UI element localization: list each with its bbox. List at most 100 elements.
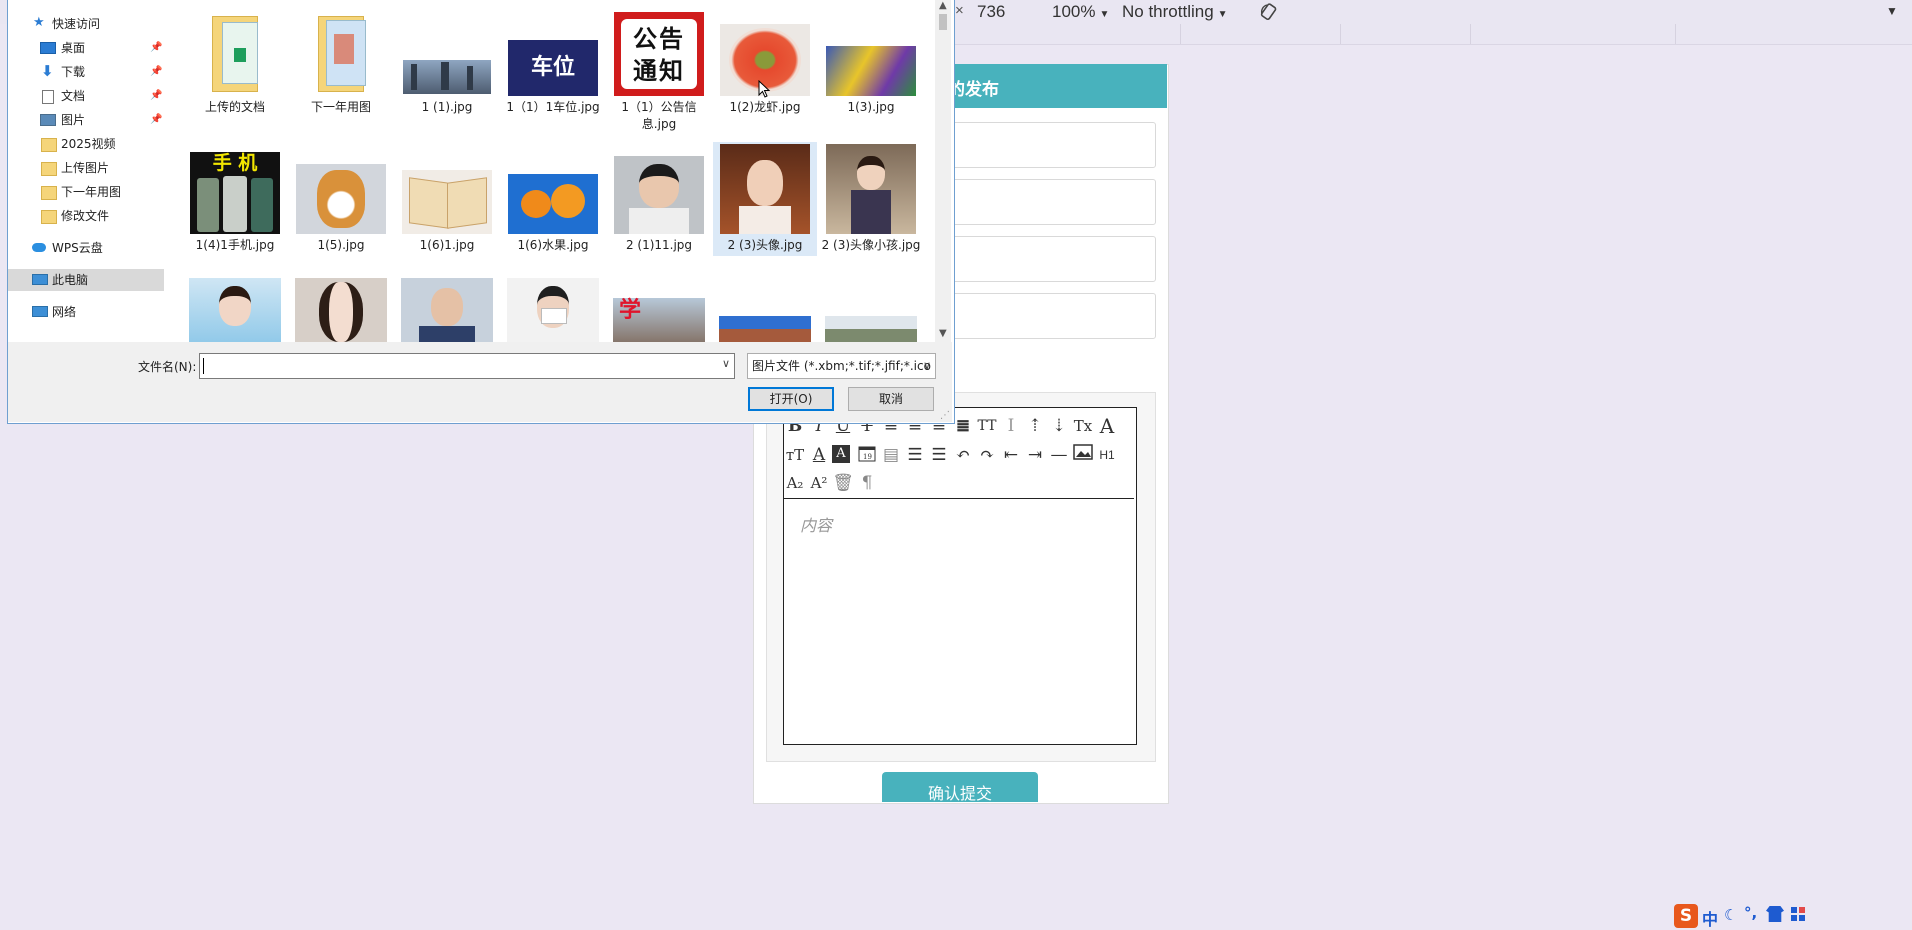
file-item[interactable]: 2 (3)头像小孩.jpg <box>819 142 923 254</box>
file-item[interactable] <box>183 278 287 342</box>
paragraph-after-icon[interactable]: ⇣ <box>1048 414 1070 438</box>
image-thumbnail <box>825 316 917 342</box>
file-item[interactable]: 上传的文档 <box>183 12 287 116</box>
file-item[interactable]: 下一年用图 <box>289 12 393 116</box>
submit-button[interactable]: 确认提交 <box>882 772 1038 802</box>
chevron-down-icon[interactable]: ∨ <box>923 354 931 378</box>
delete-icon[interactable]: 🗑 <box>832 471 854 495</box>
chevron-down-icon[interactable]: ∨ <box>722 357 730 370</box>
toolbox-icon[interactable] <box>1790 906 1806 922</box>
devtools-menu-arrow[interactable]: ▼ <box>1886 4 1898 18</box>
file-item[interactable]: 学 <box>607 298 711 342</box>
background-color-icon[interactable]: A <box>832 445 850 463</box>
nav-quick-access[interactable]: ★ 快速访问 <box>8 13 164 35</box>
font-color-icon[interactable]: A <box>808 443 830 467</box>
nav-network[interactable]: 网络 <box>8 301 164 323</box>
text-size-icon[interactable]: ᴛT <box>784 443 806 467</box>
file-item[interactable] <box>819 316 923 342</box>
file-type-filter[interactable]: 图片文件 (*.xbm;*.tif;*.jfif;*.ico ∨ <box>747 353 936 379</box>
file-list-scrollbar[interactable]: ▲ ▼ <box>935 0 951 342</box>
file-item[interactable]: 手 机 1(4)1手机.jpg <box>183 150 287 254</box>
image-icon[interactable] <box>1072 443 1094 467</box>
nav-folder-2025[interactable]: 2025视频 <box>8 133 164 155</box>
font-size-icon[interactable]: TT <box>976 414 998 438</box>
height-field[interactable]: 736 <box>977 2 1005 22</box>
sogou-logo-icon[interactable]: S <box>1674 904 1698 928</box>
file-item[interactable] <box>289 278 393 342</box>
file-item-selected[interactable]: 2 (3)头像.jpg <box>713 142 817 256</box>
folder-icon <box>41 210 57 224</box>
unordered-list-icon[interactable]: ☰ <box>928 443 950 467</box>
zoom-value: 100% <box>1052 2 1096 21</box>
heading-icon[interactable]: H1 <box>1096 443 1118 467</box>
ime-language[interactable]: 中 <box>1702 906 1718 930</box>
nav-folder-upload[interactable]: 上传图片 <box>8 157 164 179</box>
file-item[interactable]: 1(3).jpg <box>819 12 923 116</box>
nav-this-pc[interactable]: 此电脑 <box>8 269 164 291</box>
pilcrow-icon[interactable]: ¶ <box>856 471 878 495</box>
image-thumbnail <box>825 12 917 96</box>
file-item[interactable] <box>713 316 817 342</box>
clipboard-icon[interactable]: ▤ <box>880 443 902 467</box>
subscript-icon[interactable]: A₂ <box>784 471 806 495</box>
throttling-dropdown[interactable]: No throttling ▼ <box>1122 2 1228 22</box>
file-name: 1（1）公告信息.jpg <box>621 100 697 131</box>
resize-grip-icon[interactable]: ⋰ <box>940 410 950 421</box>
folder-icon <box>41 138 57 152</box>
nav-desktop[interactable]: 桌面 📌 <box>8 37 164 59</box>
cancel-button[interactable]: 取消 <box>848 387 934 411</box>
computer-icon <box>32 274 48 285</box>
form-title: 的发布 <box>948 80 999 99</box>
superscript-icon[interactable]: A² <box>808 471 830 495</box>
punctuation-icon[interactable]: °, <box>1744 904 1757 922</box>
filename-input[interactable]: ∨ <box>199 353 735 379</box>
image-thumbnail <box>401 150 493 234</box>
font-family-icon[interactable]: A <box>1096 414 1118 438</box>
file-item[interactable] <box>501 278 605 342</box>
justify-icon[interactable]: ≣ <box>952 414 974 438</box>
file-item[interactable]: 2 (1)11.jpg <box>607 150 711 254</box>
picture-icon <box>40 114 56 126</box>
horizontal-rule-icon[interactable]: — <box>1048 443 1070 467</box>
open-button[interactable]: 打开(O) <box>748 387 834 411</box>
file-item[interactable]: 1 (1).jpg <box>395 12 499 116</box>
moon-icon[interactable]: ☾ <box>1724 906 1737 924</box>
nav-downloads[interactable]: ⬇ 下载 📌 <box>8 61 164 83</box>
redo-icon[interactable]: ↷ <box>976 443 998 467</box>
nav-label: 上传图片 <box>61 161 110 175</box>
file-item[interactable] <box>395 278 499 342</box>
scroll-up-icon[interactable]: ▲ <box>939 0 947 11</box>
nav-folder-modify[interactable]: 修改文件 <box>8 205 164 227</box>
file-item[interactable]: 1(6)水果.jpg <box>501 150 605 254</box>
image-thumbnail <box>189 278 281 342</box>
file-item[interactable]: 1(6)1.jpg <box>395 150 499 254</box>
download-icon: ⬇ <box>41 62 54 80</box>
line-height-icon[interactable]: Ⅰ <box>1000 414 1022 438</box>
calendar-icon[interactable]: 19 <box>856 443 878 467</box>
scrollbar-thumb[interactable] <box>939 14 947 30</box>
nav-pictures[interactable]: 图片 📌 <box>8 109 164 131</box>
ordered-list-icon[interactable]: ☰ <box>904 443 926 467</box>
nav-documents[interactable]: 文档 📌 <box>8 85 164 107</box>
outdent-icon[interactable]: ⇤ <box>1000 443 1022 467</box>
file-list: 上传的文档 下一年用图 1 (1).jpg 车位 1（1）1车位.jpg 公告通… <box>170 0 935 342</box>
undo-icon[interactable]: ↶ <box>952 443 974 467</box>
skin-icon[interactable] <box>1766 906 1784 922</box>
clear-format-icon[interactable]: Tx <box>1072 414 1094 438</box>
document-icon <box>42 90 54 104</box>
file-name: 1（1）1车位.jpg <box>506 100 600 114</box>
file-item[interactable]: 车位 1（1）1车位.jpg <box>501 12 605 116</box>
paragraph-before-icon[interactable]: ⇡ <box>1024 414 1046 438</box>
nav-label: 2025视频 <box>61 137 116 151</box>
pin-icon: 📌 <box>150 66 163 77</box>
indent-icon[interactable]: ⇥ <box>1024 443 1046 467</box>
thumb-text: 公告通知 <box>621 19 697 89</box>
file-item[interactable]: 1(5).jpg <box>289 150 393 254</box>
rotate-icon[interactable] <box>1259 2 1279 25</box>
nav-label: 下一年用图 <box>61 185 122 199</box>
nav-wps-cloud[interactable]: WPS云盘 <box>8 237 164 259</box>
scroll-down-icon[interactable]: ▼ <box>939 328 947 339</box>
zoom-dropdown[interactable]: 100% ▼ <box>1052 2 1109 22</box>
file-item[interactable]: 公告通知 1（1）公告信息.jpg <box>607 12 711 133</box>
nav-folder-next-year[interactable]: 下一年用图 <box>8 181 164 203</box>
